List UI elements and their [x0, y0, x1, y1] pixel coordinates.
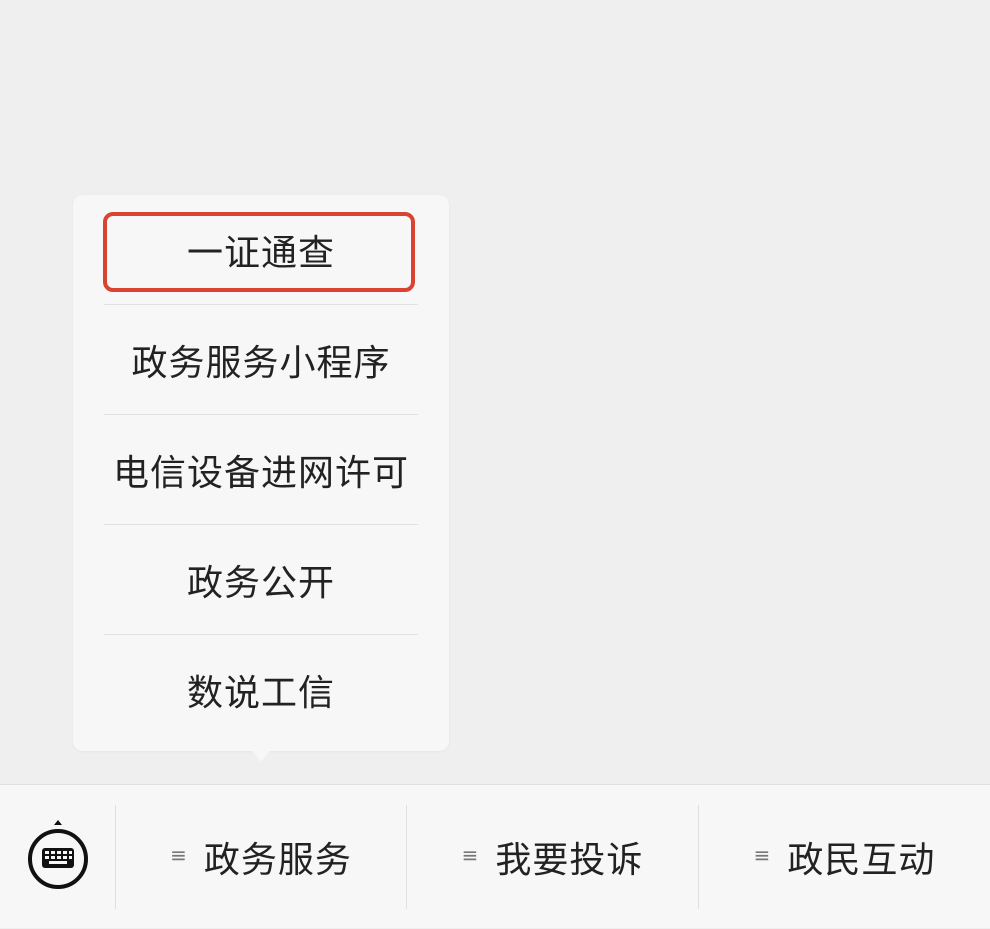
tab-label: 我要投诉: [495, 840, 644, 881]
menu-lines-icon: ≡: [461, 843, 480, 867]
tab-label: 政民互动: [787, 840, 936, 881]
popup-arrow: [250, 748, 272, 762]
bottom-menu-bar: ≡ 政务服务 ≡ 我要投诉 ≡ 政民互动: [0, 784, 990, 928]
menu-item-yizhengtongcha[interactable]: 一证通查: [104, 195, 418, 305]
menu-item-label: 数说工信: [186, 673, 335, 714]
tab-zhengmin-hudong[interactable]: ≡ 政民互动: [699, 785, 990, 929]
keyboard-toggle-button[interactable]: [0, 785, 115, 929]
keyboard-icon: [27, 820, 88, 889]
menu-item-zhengwu-miniprogram[interactable]: 政务服务小程序: [104, 305, 418, 415]
menu-item-zhengwu-gongkai[interactable]: 政务公开: [104, 525, 418, 635]
popup-menu: 一证通查 政务服务小程序 电信设备进网许可 政务公开 数说工信: [73, 195, 449, 751]
tab-label: 政务服务: [203, 840, 352, 881]
menu-item-label: 政务公开: [186, 562, 335, 604]
menu-item-label: 政务服务小程序: [131, 342, 391, 384]
menu-lines-icon: ≡: [170, 843, 188, 867]
menu-item-telecom-license[interactable]: 电信设备进网许可: [104, 415, 418, 525]
menu-item-label: 一证通查: [186, 232, 335, 274]
menu-item-label: 电信设备进网许可: [112, 452, 409, 494]
tab-zhengwu-fuwu[interactable]: ≡ 政务服务: [116, 785, 406, 929]
menu-lines-icon: ≡: [753, 843, 772, 867]
menu-item-shushuo-gongxin[interactable]: 数说工信: [104, 635, 418, 745]
tab-woyao-tousu[interactable]: ≡ 我要投诉: [407, 785, 698, 929]
